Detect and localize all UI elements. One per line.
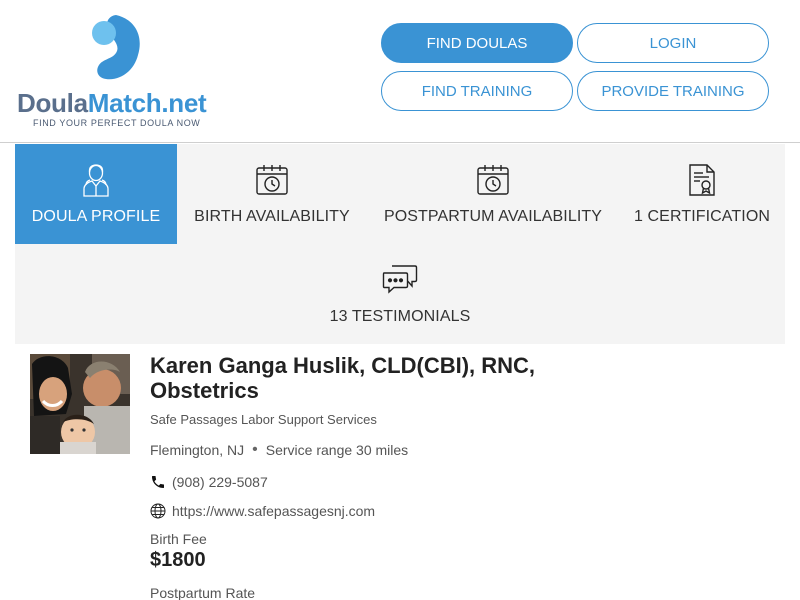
calendar-clock-icon [254, 162, 290, 198]
photo-illustration [30, 354, 130, 454]
tab-postpartum-availability[interactable]: POSTPARTUM AVAILABILITY [367, 144, 619, 244]
phone-number[interactable]: (908) 229-5087 [172, 474, 268, 490]
person-icon [78, 162, 114, 198]
phone-icon [150, 474, 166, 490]
website-link[interactable]: https://www.safepassagesnj.com [172, 503, 375, 519]
birth-fee-label: Birth Fee [150, 531, 207, 547]
login-button[interactable]: LOGIN [577, 23, 769, 63]
tab-certification[interactable]: 1 CERTIFICATION [619, 144, 785, 244]
postpartum-rate-label: Postpartum Rate [150, 585, 256, 600]
tab-label: BIRTH AVAILABILITY [194, 208, 350, 225]
site-header: DoulaMatch.net FIND YOUR PERFECT DOULA N… [0, 0, 800, 143]
certificate-icon [684, 162, 720, 198]
birth-fee-value: $1800 [150, 549, 206, 571]
doula-photo [30, 354, 130, 454]
chat-bubbles-icon [382, 262, 418, 298]
find-doulas-button[interactable]: FIND DOULAS [381, 23, 573, 63]
tab-label: POSTPARTUM AVAILABILITY [383, 208, 603, 225]
doula-organization: Safe Passages Labor Support Services [150, 412, 377, 427]
website-row[interactable]: https://www.safepassagesnj.com [150, 503, 375, 519]
profile-tabs: DOULA PROFILE BIRTH AVAILABILITY POSTPAR [15, 144, 785, 344]
doula-location-row: Flemington, NJ • Service range 30 miles [150, 441, 408, 459]
doula-name: Karen Ganga Huslik, CLD(CBI), RNC, Obste… [150, 353, 536, 403]
service-range: Service range 30 miles [265, 442, 409, 458]
tab-label: 1 CERTIFICATION [633, 208, 771, 225]
logo-wordmark: DoulaMatch.net [17, 88, 207, 119]
tab-label: DOULA PROFILE [31, 208, 161, 225]
tab-testimonials[interactable]: 13 TESTIMONIALS [300, 244, 500, 344]
logo-wordmark-part1: Doula [17, 88, 88, 118]
tab-doula-profile[interactable]: DOULA PROFILE [15, 144, 177, 244]
site-logo[interactable]: DoulaMatch.net FIND YOUR PERFECT DOULA N… [16, 10, 226, 135]
doula-location: Flemington, NJ [150, 442, 245, 458]
separator-dot: • [252, 441, 258, 458]
tab-birth-availability[interactable]: BIRTH AVAILABILITY [177, 144, 367, 244]
logo-mark-icon [92, 15, 140, 80]
find-training-button[interactable]: FIND TRAINING [381, 71, 573, 111]
calendar-clock-icon [475, 162, 511, 198]
logo-tagline: FIND YOUR PERFECT DOULA NOW [33, 118, 201, 128]
provide-training-button[interactable]: PROVIDE TRAINING [577, 71, 769, 111]
tab-label: 13 TESTIMONIALS [329, 308, 471, 325]
globe-icon [150, 503, 166, 519]
logo-wordmark-part2: Match.net [87, 88, 207, 118]
phone-row[interactable]: (908) 229-5087 [150, 474, 268, 490]
